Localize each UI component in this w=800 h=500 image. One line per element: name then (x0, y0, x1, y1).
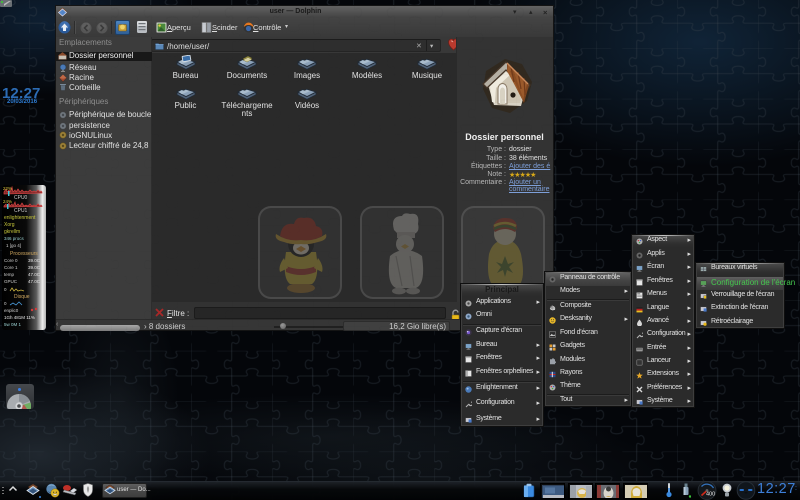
svg-text:CPU1: CPU1 (14, 208, 28, 214)
svg-text:Xorg: Xorg (4, 222, 15, 228)
svg-text:47.0C: 47.0C (28, 279, 41, 284)
svg-text:1Gh 481M 11%: 1Gh 481M 11% (4, 315, 35, 320)
svg-text:1 [go 4]: 1 [go 4] (6, 243, 21, 248)
svg-text:400: 400 (706, 492, 715, 498)
svg-text:enplic0: enplic0 (4, 308, 19, 313)
svg-text:CPU0: CPU0 (14, 195, 28, 201)
svg-text:22%: 22% (3, 186, 12, 191)
svg-text:24%: 24% (3, 199, 12, 204)
svg-text:temp: temp (4, 272, 15, 277)
svg-text:39.0C: 39.0C (28, 258, 41, 263)
svg-text:enlightenment: enlightenment (4, 215, 36, 221)
svg-text:47.0C: 47.0C (28, 272, 41, 277)
svg-text:0: 0 (4, 287, 7, 292)
svg-text:GPUC: GPUC (4, 279, 18, 284)
svg-text:346 procs: 346 procs (4, 236, 25, 241)
svg-text:gkrellm: gkrellm (4, 229, 20, 235)
svg-text:5w 0M 1: 5w 0M 1 (4, 322, 22, 327)
svg-text:Core 0: Core 0 (4, 258, 18, 263)
svg-text:39.0C: 39.0C (28, 265, 41, 270)
svg-text:Disque: Disque (14, 294, 30, 300)
svg-text:0: 0 (4, 301, 7, 306)
svg-text:Processeurs: Processeurs (10, 251, 38, 257)
svg-text:Core 1: Core 1 (4, 265, 18, 270)
